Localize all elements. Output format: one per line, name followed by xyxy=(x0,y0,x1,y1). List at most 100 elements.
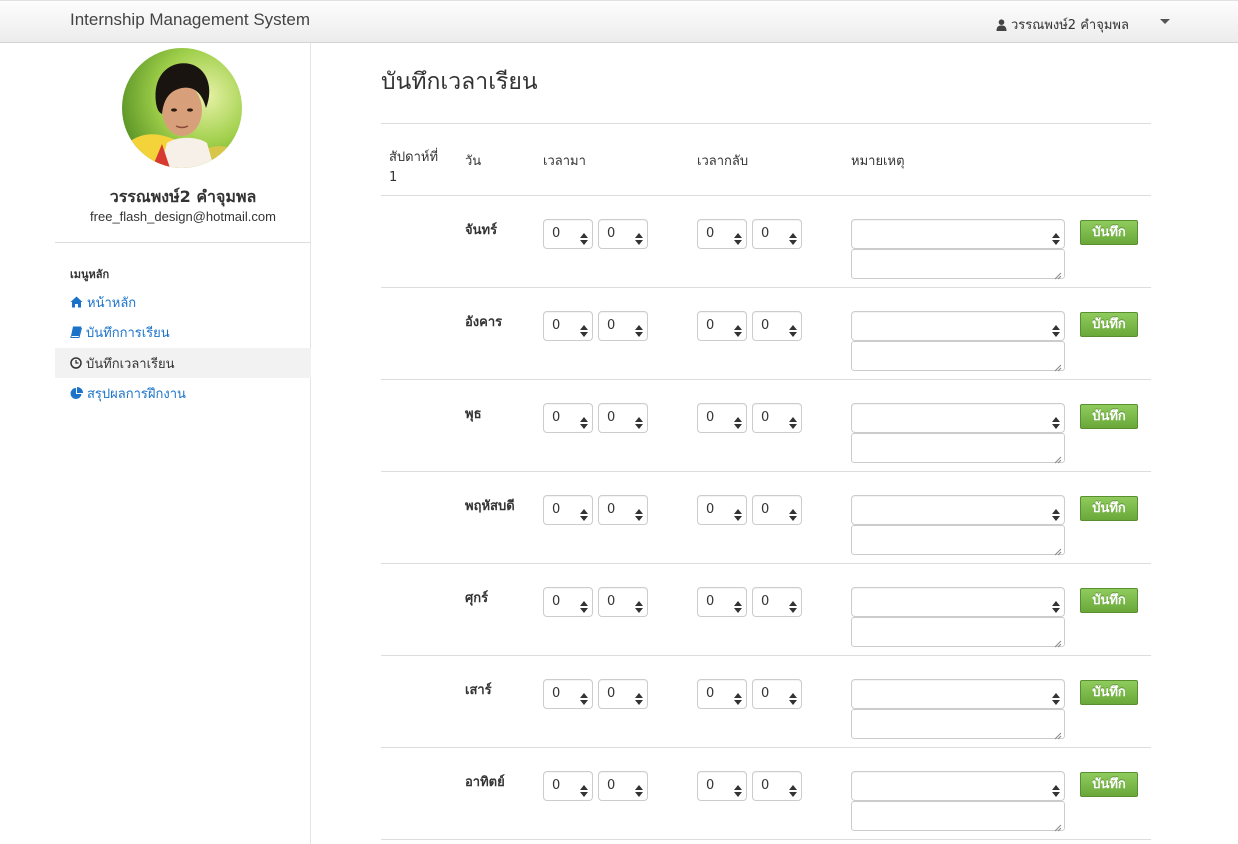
row-divider xyxy=(381,287,1151,288)
resize-grip-icon[interactable] xyxy=(1054,268,1062,280)
time-in-minute-select[interactable]: 0 xyxy=(598,311,648,341)
select-value: 0 xyxy=(706,226,715,241)
profile-email: free_flash_design@hotmail.com xyxy=(90,209,276,224)
note-textarea[interactable] xyxy=(851,525,1065,556)
select-arrows-icon xyxy=(635,320,643,337)
save-button[interactable]: บันทึก xyxy=(1080,772,1138,797)
note-select[interactable] xyxy=(851,587,1065,617)
day-label: พฤหัสบดี xyxy=(465,499,515,514)
select-value: 0 xyxy=(552,502,561,517)
time-out-minute-select[interactable]: 0 xyxy=(752,679,802,709)
table-top-border xyxy=(381,123,1151,124)
note-select[interactable] xyxy=(851,771,1065,801)
book-icon xyxy=(70,326,82,338)
select-arrows-icon xyxy=(789,412,797,429)
clock-icon xyxy=(70,357,82,369)
user-menu-caret-icon[interactable] xyxy=(1160,19,1170,24)
select-value: 0 xyxy=(607,778,616,793)
sidebar: วรรณพงษ์2 คำจุมพล free_flash_design@hotm… xyxy=(55,43,311,844)
time-out-hour-select[interactable]: 0 xyxy=(697,587,747,617)
user-menu[interactable]: วรรณพงษ์2 คำจุมพล xyxy=(996,14,1129,35)
select-value: 0 xyxy=(706,318,715,333)
note-textarea[interactable] xyxy=(851,249,1065,280)
note-select[interactable] xyxy=(851,219,1065,249)
time-in-minute-select[interactable]: 0 xyxy=(598,771,648,801)
note-select[interactable] xyxy=(851,495,1065,525)
time-out-minute-select[interactable]: 0 xyxy=(752,587,802,617)
time-in-hour-select[interactable]: 0 xyxy=(543,219,593,249)
time-out-hour-select[interactable]: 0 xyxy=(697,679,747,709)
save-button[interactable]: บันทึก xyxy=(1080,312,1138,337)
time-out-minute-select[interactable]: 0 xyxy=(752,771,802,801)
select-arrows-icon xyxy=(789,228,797,245)
time-out-minute-select[interactable]: 0 xyxy=(752,219,802,249)
select-arrows-icon xyxy=(580,596,588,613)
select-arrows-icon xyxy=(635,688,643,705)
sidebar-item-study-record[interactable]: บันทึกการเรียน xyxy=(55,317,311,347)
resize-grip-icon[interactable] xyxy=(1054,820,1062,832)
note-select[interactable] xyxy=(851,311,1065,341)
sidebar-item-summary[interactable]: สรุปผลการฝึกงาน xyxy=(55,378,311,408)
header-week: สัปดาห์ที่ 1 xyxy=(389,150,439,185)
row-divider xyxy=(381,379,1151,380)
note-select[interactable] xyxy=(851,403,1065,433)
time-in-minute-select[interactable]: 0 xyxy=(598,403,648,433)
time-in-hour-select[interactable]: 0 xyxy=(543,311,593,341)
time-in-hour-select[interactable]: 0 xyxy=(543,403,593,433)
note-textarea[interactable] xyxy=(851,341,1065,372)
select-arrows-icon xyxy=(580,780,588,797)
time-out-hour-select[interactable]: 0 xyxy=(697,311,747,341)
time-out-hour-select[interactable]: 0 xyxy=(697,219,747,249)
resize-grip-icon[interactable] xyxy=(1054,636,1062,648)
time-out-hour-select[interactable]: 0 xyxy=(697,771,747,801)
table-bottom-border xyxy=(381,839,1151,840)
user-menu-name: วรรณพงษ์2 คำจุมพล xyxy=(1011,18,1129,33)
note-textarea[interactable] xyxy=(851,801,1065,832)
sidebar-item-home[interactable]: หน้าหลัก xyxy=(55,287,311,317)
select-arrows-icon xyxy=(580,228,588,245)
time-out-hour-select[interactable]: 0 xyxy=(697,495,747,525)
time-in-minute-select[interactable]: 0 xyxy=(598,495,648,525)
time-in-hour-select[interactable]: 0 xyxy=(543,587,593,617)
user-icon xyxy=(996,18,1007,31)
select-arrows-icon xyxy=(635,228,643,245)
select-value: 0 xyxy=(607,226,616,241)
resize-grip-icon[interactable] xyxy=(1054,728,1062,740)
save-button[interactable]: บันทึก xyxy=(1080,220,1138,245)
time-in-hour-select[interactable]: 0 xyxy=(543,495,593,525)
note-textarea[interactable] xyxy=(851,617,1065,648)
resize-grip-icon[interactable] xyxy=(1054,544,1062,556)
save-button[interactable]: บันทึก xyxy=(1080,404,1138,429)
note-textarea[interactable] xyxy=(851,433,1065,464)
select-value: 0 xyxy=(761,226,770,241)
header-day: วัน xyxy=(465,154,482,169)
select-value: 0 xyxy=(761,410,770,425)
header-time-in: เวลามา xyxy=(543,154,586,169)
save-button[interactable]: บันทึก xyxy=(1080,680,1138,705)
sidebar-item-attendance[interactable]: บันทึกเวลาเรียน xyxy=(55,348,311,378)
time-in-minute-select[interactable]: 0 xyxy=(598,679,648,709)
day-label: ศุกร์ xyxy=(465,591,489,606)
select-arrows-icon xyxy=(789,596,797,613)
resize-grip-icon[interactable] xyxy=(1054,452,1062,464)
select-value: 0 xyxy=(552,410,561,425)
resize-grip-icon[interactable] xyxy=(1054,360,1062,372)
time-in-hour-select[interactable]: 0 xyxy=(543,679,593,709)
time-in-hour-select[interactable]: 0 xyxy=(543,771,593,801)
time-out-hour-select[interactable]: 0 xyxy=(697,403,747,433)
save-button[interactable]: บันทึก xyxy=(1080,496,1138,521)
select-arrows-icon xyxy=(734,320,742,337)
note-select[interactable] xyxy=(851,679,1065,709)
app-brand[interactable]: Internship Management System xyxy=(70,10,310,30)
select-value: 0 xyxy=(552,226,561,241)
time-out-minute-select[interactable]: 0 xyxy=(752,403,802,433)
select-value: 0 xyxy=(607,594,616,609)
save-button[interactable]: บันทึก xyxy=(1080,588,1138,613)
note-textarea[interactable] xyxy=(851,709,1065,740)
time-out-minute-select[interactable]: 0 xyxy=(752,495,802,525)
page-title: บันทึกเวลาเรียน xyxy=(381,69,538,95)
time-out-minute-select[interactable]: 0 xyxy=(752,311,802,341)
time-in-minute-select[interactable]: 0 xyxy=(598,587,648,617)
select-arrows-icon xyxy=(580,412,588,429)
time-in-minute-select[interactable]: 0 xyxy=(598,219,648,249)
